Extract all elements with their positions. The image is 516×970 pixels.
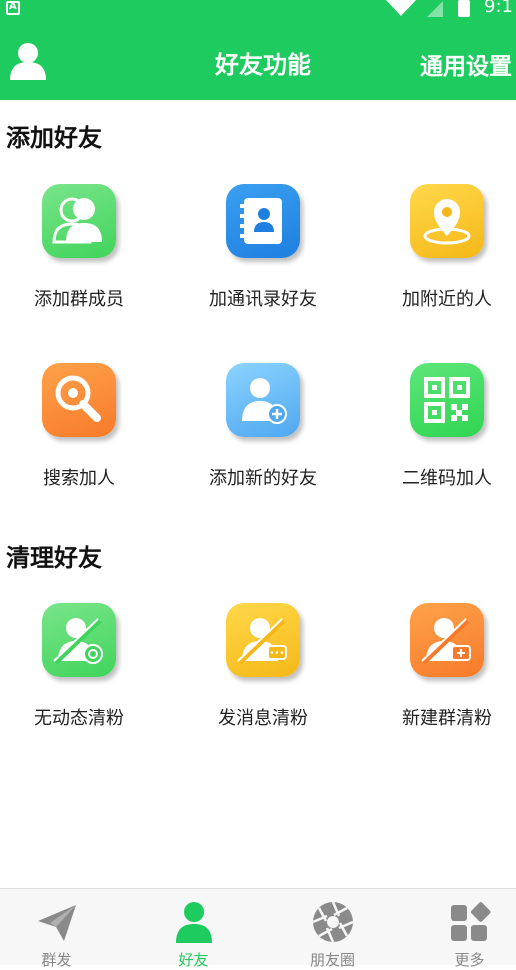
no-moments-clean-button[interactable]: 无动态清粉 — [0, 603, 171, 773]
nav-item-friends[interactable]: 好友 — [129, 889, 258, 969]
message-clean-button[interactable]: 发消息清粉 — [171, 603, 355, 773]
grid-more-icon — [449, 901, 491, 943]
add-nearby-people-button[interactable]: 加附近的人 — [355, 184, 516, 354]
bottom-nav: 群发 好友 朋友圈 更多 — [0, 888, 516, 969]
search-add-person-button[interactable]: 搜索加人 — [0, 363, 171, 533]
item-label: 加附近的人 — [402, 289, 492, 310]
paper-plane-icon — [36, 901, 78, 943]
nav-label: 朋友圈 — [309, 951, 355, 969]
add-new-friend-button[interactable]: 添加新的好友 — [171, 363, 355, 533]
battery-icon — [458, 0, 470, 17]
notification-icon: A — [6, 1, 20, 15]
item-label: 发消息清粉 — [218, 708, 308, 729]
section-title-add-friends: 添加好友 — [6, 124, 102, 152]
item-label: 加通讯录好友 — [209, 289, 317, 310]
item-label: 搜索加人 — [43, 468, 115, 489]
cell-signal-icon — [427, 1, 443, 17]
status-bar: A 9:1 — [0, 0, 516, 20]
item-label: 添加群成员 — [34, 289, 124, 310]
section-title-clean-friends: 清理好友 — [6, 544, 102, 572]
add-contacts-friends-button[interactable]: 加通讯录好友 — [171, 184, 355, 354]
add-person-icon — [226, 363, 300, 437]
general-settings-button[interactable]: 通用设置 — [420, 47, 512, 81]
message-clean-icon — [226, 603, 300, 677]
nav-item-broadcast[interactable]: 群发 — [0, 889, 121, 969]
nav-item-moments[interactable]: 朋友圈 — [268, 889, 397, 969]
person-icon — [173, 901, 215, 943]
aperture-icon — [312, 901, 354, 943]
item-label: 无动态清粉 — [34, 708, 124, 729]
nav-label: 群发 — [41, 951, 72, 969]
wifi-icon — [386, 0, 416, 16]
status-time: 9:1 — [484, 0, 513, 17]
no-moments-clean-icon — [42, 603, 116, 677]
item-label: 新建群清粉 — [402, 708, 492, 729]
new-group-clean-button[interactable]: 新建群清粉 — [355, 603, 516, 773]
app-header: A 9:1 好友功能 通用设置 — [0, 0, 516, 100]
add-group-members-button[interactable]: 添加群成员 — [0, 184, 171, 354]
item-label: 添加新的好友 — [209, 468, 317, 489]
nav-label: 更多 — [454, 951, 485, 969]
contacts-book-icon — [226, 184, 300, 258]
new-group-clean-icon — [410, 603, 484, 677]
search-icon — [42, 363, 116, 437]
nav-item-more[interactable]: 更多 — [405, 889, 516, 969]
qr-code-icon — [410, 363, 484, 437]
nav-label: 好友 — [178, 951, 209, 969]
location-pin-icon — [410, 184, 484, 258]
group-members-icon — [42, 184, 116, 258]
item-label: 二维码加人 — [402, 468, 492, 489]
qr-code-add-button[interactable]: 二维码加人 — [355, 363, 516, 533]
